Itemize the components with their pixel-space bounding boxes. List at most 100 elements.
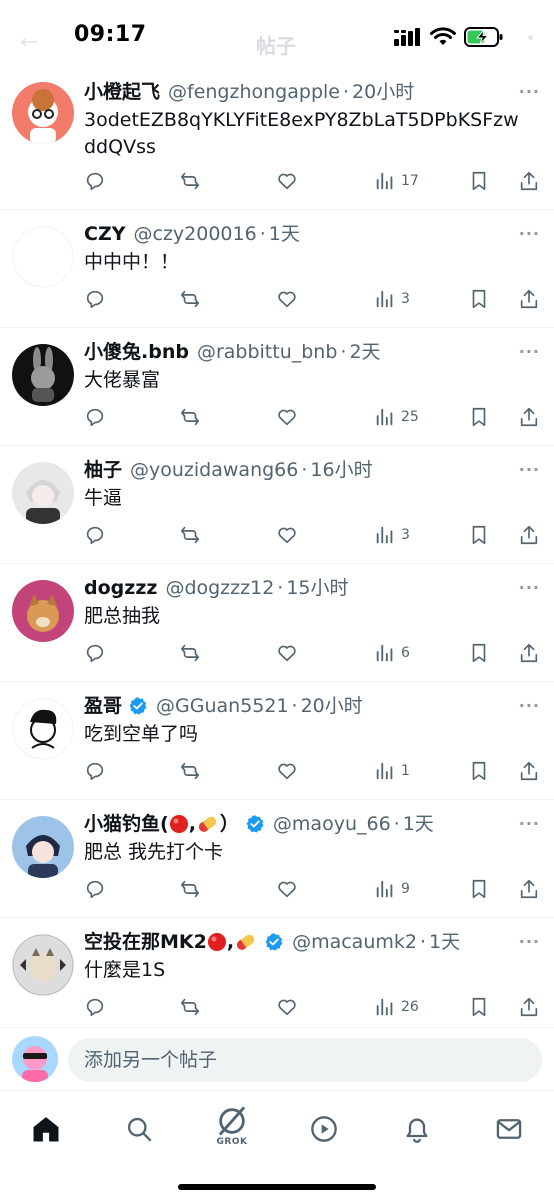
post-time[interactable]: 20小时 (352, 80, 414, 104)
share-button[interactable] (518, 642, 540, 664)
bookmark-button[interactable] (468, 760, 490, 782)
repost-button[interactable] (179, 760, 201, 782)
avatar[interactable] (12, 462, 74, 524)
share-button[interactable] (518, 996, 540, 1018)
more-options-icon[interactable]: ··· (519, 696, 540, 715)
more-options-icon[interactable]: ··· (519, 578, 540, 597)
avatar[interactable] (12, 82, 74, 144)
repost-button[interactable] (179, 642, 201, 664)
reply-post[interactable]: 小猫钓鱼(,） @maoyu_66 · 1天 肥总 我先打个卡 ··· 9 (0, 800, 554, 918)
tab-video[interactable] (304, 1109, 344, 1149)
bookmark-button[interactable] (468, 406, 490, 428)
tab-home[interactable] (26, 1109, 66, 1149)
reply-button[interactable] (84, 406, 106, 428)
bookmark-button[interactable] (468, 170, 490, 192)
reply-button[interactable] (84, 170, 106, 192)
my-avatar[interactable] (12, 1036, 58, 1082)
author-name[interactable]: 小猫钓鱼( (84, 812, 169, 836)
avatar[interactable] (12, 226, 74, 288)
views-button[interactable]: 3 (374, 524, 410, 546)
author-handle[interactable]: @dogzzz12 (165, 576, 274, 600)
more-options-icon[interactable]: ··· (519, 82, 540, 101)
repost-button[interactable] (179, 996, 201, 1018)
more-options-icon[interactable]: ··· (519, 460, 540, 479)
bookmark-button[interactable] (468, 642, 490, 664)
repost-button[interactable] (179, 288, 201, 310)
reply-post[interactable]: 空投在那MK2, @macaumk2 · 1天 什麼是1S ··· 26 (0, 918, 554, 1028)
post-time[interactable]: 20小时 (301, 694, 363, 718)
like-button[interactable] (276, 288, 298, 310)
avatar[interactable] (12, 580, 74, 642)
reply-post[interactable]: 小橙起飞 @fengzhongapple · 20小时 3odetEZB8qYKLYFi… (0, 68, 554, 210)
repost-button[interactable] (179, 406, 201, 428)
views-button[interactable]: 26 (374, 996, 419, 1018)
author-name[interactable]: CZY (84, 222, 125, 246)
reply-button[interactable] (84, 524, 106, 546)
views-button[interactable]: 25 (374, 406, 419, 428)
share-button[interactable] (518, 524, 540, 546)
post-time[interactable]: 16小时 (310, 458, 372, 482)
reply-button[interactable] (84, 642, 106, 664)
like-button[interactable] (276, 996, 298, 1018)
share-button[interactable] (518, 760, 540, 782)
repost-button[interactable] (179, 878, 201, 900)
avatar[interactable] (12, 344, 74, 406)
reply-post[interactable]: dogzzz @dogzzz12 · 15小时 肥总抽我 ··· 6 (0, 564, 554, 682)
reply-post[interactable]: CZY @czy200016 · 1天 中中中！！ ··· 3 (0, 210, 554, 328)
reply-button[interactable] (84, 996, 106, 1018)
like-button[interactable] (276, 170, 298, 192)
reply-button[interactable] (84, 288, 106, 310)
like-button[interactable] (276, 524, 298, 546)
tab-notifications[interactable] (397, 1109, 437, 1149)
views-button[interactable]: 9 (374, 878, 410, 900)
share-button[interactable] (518, 170, 540, 192)
reply-post[interactable]: 柚子 @youzidawang66 · 16小时 牛逼 ··· 3 (0, 446, 554, 564)
author-name[interactable]: 小橙起飞 (84, 80, 160, 104)
author-name[interactable]: dogzzz (84, 576, 157, 600)
author-handle[interactable]: @macaumk2 (292, 930, 417, 954)
more-options-icon[interactable]: ··· (519, 224, 540, 243)
tab-search[interactable] (119, 1109, 159, 1149)
like-button[interactable] (276, 878, 298, 900)
reply-input[interactable]: 添加另一个帖子 (68, 1038, 542, 1082)
author-name[interactable]: 柚子 (84, 458, 122, 482)
avatar[interactable] (12, 698, 74, 760)
reply-button[interactable] (84, 878, 106, 900)
repost-button[interactable] (179, 524, 201, 546)
avatar[interactable] (12, 816, 74, 878)
reply-button[interactable] (84, 760, 106, 782)
author-handle[interactable]: @rabbittu_bnb (197, 340, 337, 364)
tab-grok[interactable] (212, 1101, 252, 1141)
share-button[interactable] (518, 878, 540, 900)
author-handle[interactable]: @fengzhongapple (168, 80, 340, 104)
reply-post[interactable]: 小傻兔.bnb @rabbittu_bnb · 2天 大佬暴富 ··· 25 (0, 328, 554, 446)
like-button[interactable] (276, 760, 298, 782)
bookmark-button[interactable] (468, 996, 490, 1018)
views-button[interactable]: 17 (374, 170, 419, 192)
share-button[interactable] (518, 406, 540, 428)
bookmark-button[interactable] (468, 878, 490, 900)
views-button[interactable]: 1 (374, 760, 410, 782)
author-name[interactable]: 盈哥 (84, 694, 122, 718)
bookmark-button[interactable] (468, 288, 490, 310)
like-button[interactable] (276, 406, 298, 428)
post-time[interactable]: 1天 (429, 930, 460, 954)
post-time[interactable]: 2天 (349, 340, 380, 364)
post-time[interactable]: 1天 (403, 812, 434, 836)
views-button[interactable]: 6 (374, 642, 410, 664)
tab-messages[interactable] (489, 1109, 529, 1149)
like-button[interactable] (276, 642, 298, 664)
author-name[interactable]: 小傻兔.bnb (84, 340, 189, 364)
header-more-icon[interactable]: • (525, 28, 536, 49)
share-button[interactable] (518, 288, 540, 310)
author-handle[interactable]: @youzidawang66 (130, 458, 298, 482)
author-handle[interactable]: @GGuan5521 (156, 694, 289, 718)
avatar[interactable] (12, 934, 74, 996)
author-name[interactable]: 空投在那MK2 (84, 930, 207, 954)
repost-button[interactable] (179, 170, 201, 192)
author-handle[interactable]: @maoyu_66 (273, 812, 391, 836)
reply-post[interactable]: 盈哥 @GGuan5521 · 20小时 吃到空单了吗 ··· 1 (0, 682, 554, 800)
bookmark-button[interactable] (468, 524, 490, 546)
post-time[interactable]: 1天 (269, 222, 300, 246)
views-button[interactable]: 3 (374, 288, 410, 310)
